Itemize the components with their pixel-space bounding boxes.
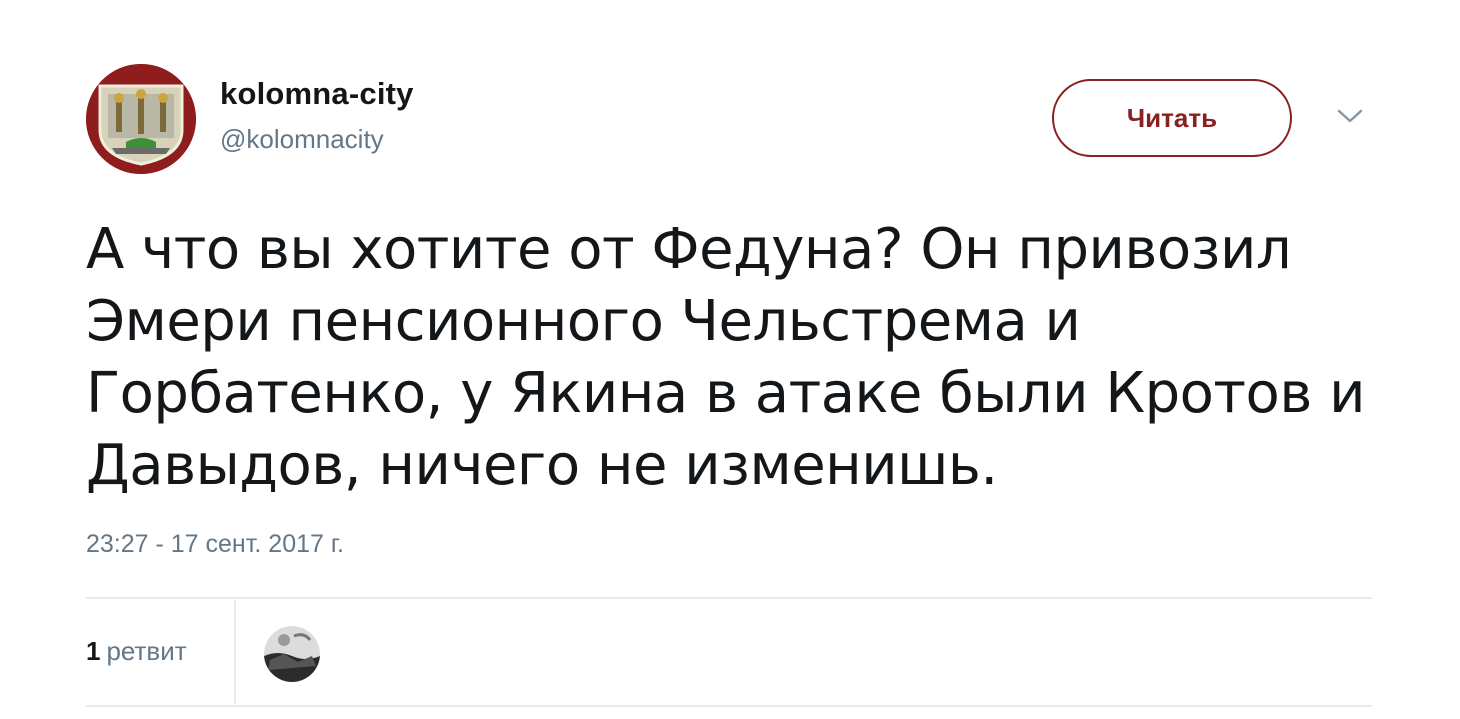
user-display-name[interactable]: kolomna-city <box>220 76 414 112</box>
retweet-stats[interactable]: 1 ретвит <box>86 636 187 667</box>
retweet-count: 1 <box>86 636 101 666</box>
follow-button[interactable]: Читать <box>1052 79 1292 157</box>
chevron-down-icon[interactable] <box>1336 106 1364 126</box>
retweet-label: ретвит <box>106 636 187 666</box>
divider <box>86 705 1372 707</box>
user-handle[interactable]: @kolomnacity <box>220 124 384 155</box>
tweet-text: А что вы хотите от Федуна? Он привозил Э… <box>86 217 1366 498</box>
retweeter-avatar[interactable] <box>264 626 320 682</box>
user-avatar[interactable] <box>86 64 196 174</box>
tweet-card: kolomna-city @kolomnacity Читать А что в… <box>0 0 1460 719</box>
divider <box>86 597 1372 599</box>
divider <box>234 600 236 704</box>
tweet-timestamp[interactable]: 23:27 - 17 сент. 2017 г. <box>86 530 344 559</box>
